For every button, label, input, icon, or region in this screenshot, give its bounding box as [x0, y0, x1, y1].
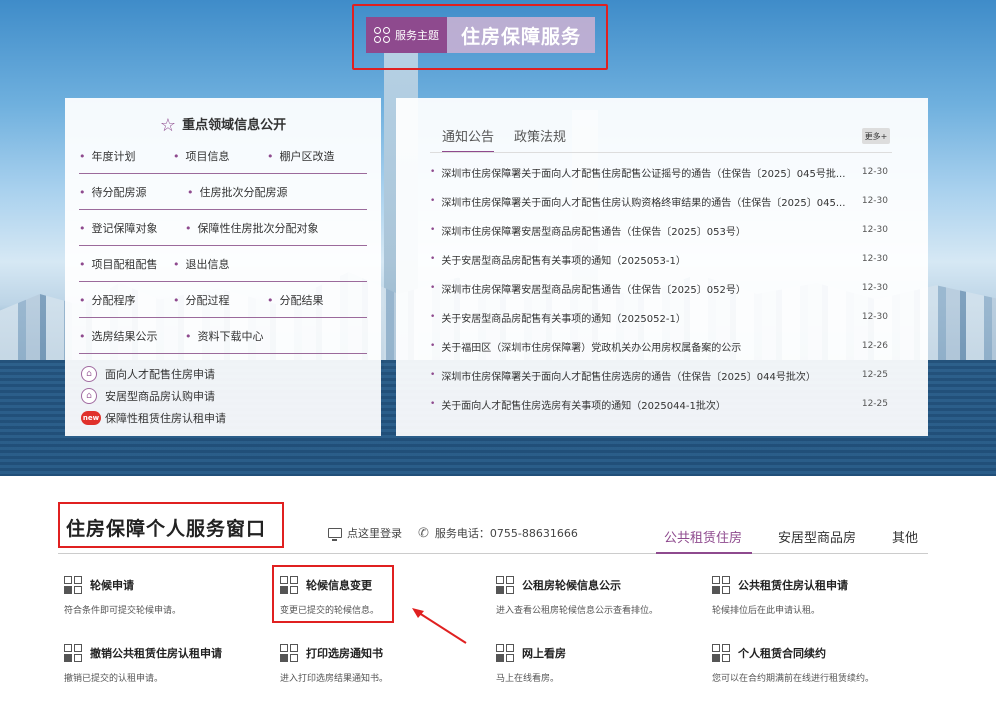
house-circle-icon: ⌂ [81, 388, 97, 404]
focus-link[interactable]: 选房结果公示 [79, 328, 158, 344]
login-link[interactable]: 点这里登录 [328, 525, 402, 541]
focus-row: 选房结果公示 资料下载中心 [79, 318, 367, 354]
focus-link[interactable]: 退出信息 [173, 256, 230, 272]
theme-banner-highlight: 服务主题 住房保障服务 [352, 4, 608, 70]
apps-icon [64, 644, 82, 662]
focus-link[interactable]: 棚户区改造 [267, 148, 335, 164]
active-tab-indicator [656, 552, 752, 554]
apps-icon [496, 576, 514, 594]
focus-row: 年度计划 项目信息 棚户区改造 [79, 138, 367, 174]
focus-link[interactable]: 分配过程 [173, 292, 230, 308]
focus-link[interactable]: 资料下载中心 [185, 328, 264, 344]
news-item[interactable]: • 关于福田区（深圳市住房保障署）党政机关办公用房权属备案的公示 12-26 [430, 332, 896, 360]
news-item[interactable]: • 关于安居型商品房配售有关事项的通知（2025053-1） 12-30 [430, 245, 896, 273]
apps-icon [712, 644, 730, 662]
house-circle-icon: ⌂ [81, 366, 97, 382]
apply-link-affordable-housing[interactable]: ⌂ 安居型商品房认购申请 [81, 388, 215, 404]
service-item-rental-apply[interactable]: 公共租赁住房认租申请 轮候排位后在此申请认租。 [712, 576, 922, 616]
apps-icon [712, 576, 730, 594]
focus-row: 分配程序 分配过程 分配结果 [79, 282, 367, 318]
focus-link[interactable]: 住房批次分配房源 [187, 184, 288, 200]
more-button[interactable]: 更多+ [862, 128, 890, 144]
new-badge-icon: new [81, 411, 101, 425]
service-item-contract-renewal[interactable]: 个人租赁合同续约 您可以在合约期满前在线进行租赁续约。 [712, 644, 922, 684]
news-tabs: 通知公告 政策法规 [442, 126, 566, 153]
news-item[interactable]: • 关于面向人才配售住房选房有关事项的通知（2025044-1批次） 12-25 [430, 390, 896, 418]
phone-icon: ✆ [418, 525, 429, 541]
news-panel: 通知公告 政策法规 更多+ • 深圳市住房保障署关于面向人才配售住房配售公证摇号的… [396, 98, 928, 436]
theme-tag-label: 服务主题 [395, 29, 439, 42]
service-item-print-notice[interactable]: 打印选房通知书 进入打印选房结果通知书。 [280, 644, 490, 684]
focus-link[interactable]: 年度计划 [79, 148, 136, 164]
focus-link[interactable]: 登记保障对象 [79, 220, 158, 236]
window-title-highlight: 住房保障个人服务窗口 [58, 502, 284, 548]
tab-divider [430, 152, 892, 153]
service-item-online-viewing[interactable]: 网上看房 马上在线看房。 [496, 644, 706, 684]
focus-row: 登记保障对象 保障性住房批次分配对象 [79, 210, 367, 246]
grid-icon [374, 27, 390, 43]
monitor-icon [328, 528, 342, 541]
service-window-title: 住房保障个人服务窗口 [66, 518, 267, 540]
apps-icon [496, 644, 514, 662]
annotation-arrow-icon [412, 608, 467, 644]
apply-link-talent-housing[interactable]: ⌂ 面向人才配售住房申请 [81, 366, 215, 382]
focus-row: 待分配房源 住房批次分配房源 [79, 174, 367, 210]
news-item[interactable]: • 深圳市住房保障署关于面向人才配售住房配售公证摇号的通告（住保告〔2025〕04… [430, 158, 896, 186]
theme-tag[interactable]: 服务主题 [366, 17, 447, 53]
focus-row: 项目配租配售 退出信息 [79, 246, 367, 282]
news-item[interactable]: • 深圳市住房保障署关于面向人才配售住房选房的通告（住保告〔2025〕044号批次… [430, 361, 896, 389]
news-item[interactable]: • 关于安居型商品房配售有关事项的通知（2025052-1） 12-30 [430, 303, 896, 331]
focus-link[interactable]: 分配结果 [267, 292, 324, 308]
tab-other[interactable]: 其他 [892, 527, 918, 546]
focus-panel-title: ☆ 重点领域信息公开 [159, 115, 287, 136]
star-icon: ☆ [159, 115, 177, 136]
service-phone: ✆ 服务电话：0755-88631666 [418, 525, 578, 541]
tab-policies[interactable]: 政策法规 [514, 126, 566, 153]
service-item-apply[interactable]: 轮候申请 符合条件即可提交轮候申请。 [64, 576, 274, 616]
apps-icon [64, 576, 82, 594]
apply-link-rental-housing[interactable]: new 保障性租赁住房认租申请 [81, 410, 226, 426]
tab-public-rental[interactable]: 公共租赁住房 [664, 527, 742, 546]
focus-info-panel: ☆重点领域信息公开 年度计划 项目信息 棚户区改造 待分配房源 住房批次分配房源… [65, 98, 381, 436]
focus-link[interactable]: 分配程序 [79, 292, 136, 308]
apps-icon [280, 644, 298, 662]
focus-link[interactable]: 保障性住房批次分配对象 [185, 220, 319, 236]
news-item[interactable]: • 深圳市住房保障署安居型商品房配售通告（住保告〔2025〕052号） 12-30 [430, 274, 896, 302]
focus-link[interactable]: 待分配房源 [79, 184, 147, 200]
news-item[interactable]: • 深圳市住房保障署关于面向人才配售住房认购资格终审结果的通告（住保告〔2025〕… [430, 187, 896, 215]
tab-notices[interactable]: 通知公告 [442, 126, 495, 153]
focus-link[interactable]: 项目信息 [173, 148, 230, 164]
focus-link[interactable]: 项目配租配售 [79, 256, 158, 272]
tab-affordable-housing[interactable]: 安居型商品房 [778, 527, 856, 546]
service-tabs-divider [58, 553, 928, 554]
theme-title[interactable]: 住房保障服务 [447, 17, 596, 53]
service-item-cancel-rental[interactable]: 撤销公共租赁住房认租申请 撤销已提交的认租申请。 [64, 644, 274, 684]
change-info-highlight [272, 565, 394, 623]
news-item[interactable]: • 深圳市住房保障署安居型商品房配售通告（住保告〔2025〕053号） 12-30 [430, 216, 896, 244]
service-item-queue-notice[interactable]: 公租房轮候信息公示 进入查看公租房轮候信息公示查看排位。 [496, 576, 706, 616]
